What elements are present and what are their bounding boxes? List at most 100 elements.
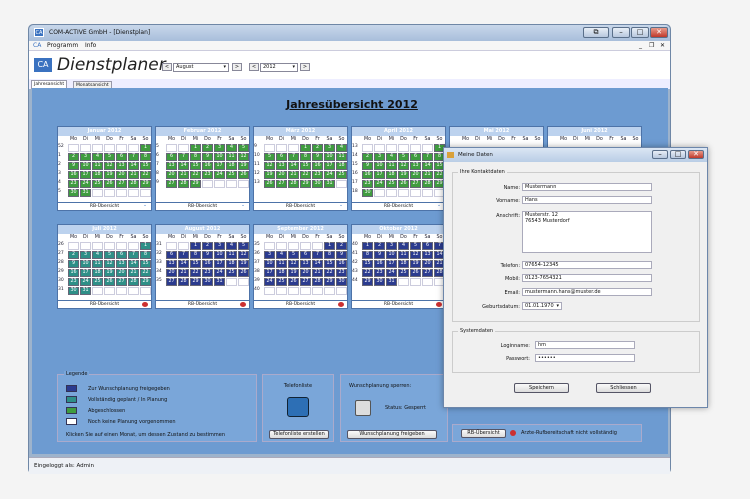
day-cell[interactable]: 10 — [386, 251, 397, 259]
day-cell[interactable]: 25 — [226, 269, 237, 277]
day-cell[interactable]: 2 — [312, 144, 323, 152]
day-cell[interactable]: 17 — [324, 162, 335, 170]
day-cell[interactable]: 23 — [374, 269, 385, 277]
day-cell[interactable]: 14 — [288, 162, 299, 170]
day-cell[interactable]: 9 — [68, 260, 79, 268]
day-cell[interactable]: 31 — [80, 287, 91, 295]
day-cell[interactable]: 17 — [80, 269, 91, 277]
day-cell[interactable]: 15 — [300, 162, 311, 170]
day-cell[interactable]: 15 — [190, 260, 201, 268]
day-cell[interactable]: 25 — [92, 180, 103, 188]
day-cell[interactable] — [288, 287, 299, 295]
day-cell[interactable]: 18 — [226, 162, 237, 170]
day-cell[interactable] — [104, 287, 115, 295]
day-cell[interactable]: 13 — [166, 162, 177, 170]
day-cell[interactable]: 20 — [276, 171, 287, 179]
day-cell[interactable]: 9 — [336, 251, 347, 259]
day-cell[interactable] — [386, 189, 397, 197]
day-cell[interactable]: 10 — [374, 162, 385, 170]
day-cell[interactable] — [92, 242, 103, 250]
day-cell[interactable]: 18 — [92, 171, 103, 179]
day-cell[interactable]: 5 — [398, 153, 409, 161]
day-cell[interactable]: 6 — [166, 251, 177, 259]
day-cell[interactable]: 11 — [92, 260, 103, 268]
day-cell[interactable] — [324, 287, 335, 295]
day-cell[interactable]: 2 — [68, 251, 79, 259]
day-cell[interactable]: 15 — [190, 162, 201, 170]
day-cell[interactable]: 23 — [202, 269, 213, 277]
day-cell[interactable]: 4 — [226, 144, 237, 152]
month-calendar[interactable]: März 2012 Mo Di Mi Do Fr Sa So 9 10 11 12 13 1 2 3 4 5 6 7 8… — [253, 126, 348, 211]
day-cell[interactable]: 23 — [202, 171, 213, 179]
day-cell[interactable] — [104, 144, 115, 152]
day-cell[interactable] — [80, 242, 91, 250]
mobil-field[interactable]: 0123-7654321 — [522, 274, 652, 282]
day-cell[interactable]: 1 — [190, 144, 201, 152]
close-button[interactable]: ✕ — [650, 27, 668, 38]
day-cell[interactable]: 25 — [398, 269, 409, 277]
day-cell[interactable]: 26 — [104, 180, 115, 188]
day-cell[interactable]: 9 — [362, 162, 373, 170]
day-cell[interactable]: 3 — [80, 153, 91, 161]
day-cell[interactable]: 27 — [116, 278, 127, 286]
day-cell[interactable]: 24 — [214, 269, 225, 277]
day-cell[interactable]: 19 — [104, 269, 115, 277]
day-cell[interactable]: 4 — [92, 251, 103, 259]
day-cell[interactable]: 9 — [312, 153, 323, 161]
day-cell[interactable]: 17 — [214, 162, 225, 170]
day-cell[interactable]: 12 — [264, 162, 275, 170]
day-cell[interactable] — [214, 180, 225, 188]
day-cell[interactable]: 25 — [226, 171, 237, 179]
day-cell[interactable]: 7 — [288, 153, 299, 161]
day-cell[interactable]: 29 — [300, 180, 311, 188]
day-cell[interactable] — [422, 189, 433, 197]
day-cell[interactable]: 28 — [288, 180, 299, 188]
day-cell[interactable]: 3 — [386, 242, 397, 250]
day-cell[interactable]: 10 — [80, 260, 91, 268]
day-cell[interactable] — [264, 242, 275, 250]
day-cell[interactable]: 1 — [140, 144, 151, 152]
day-cell[interactable] — [410, 144, 421, 152]
day-cell[interactable]: 18 — [398, 260, 409, 268]
rb-overview-footer[interactable]: RB-Übersicht ⌄ — [156, 202, 249, 210]
day-cell[interactable]: 16 — [68, 171, 79, 179]
day-cell[interactable]: 6 — [166, 153, 177, 161]
day-cell[interactable]: 23 — [362, 180, 373, 188]
day-cell[interactable]: 4 — [92, 153, 103, 161]
mdi-restore-icon[interactable]: ❐ — [649, 42, 654, 49]
day-cell[interactable] — [92, 189, 103, 197]
day-cell[interactable]: 22 — [140, 269, 151, 277]
day-cell[interactable]: 9 — [374, 251, 385, 259]
menu-info[interactable]: Info — [85, 42, 96, 49]
day-cell[interactable]: 31 — [214, 278, 225, 286]
day-cell[interactable]: 4 — [336, 144, 347, 152]
day-cell[interactable] — [300, 242, 311, 250]
rb-overview-footer[interactable]: RB-Übersicht ⌄ — [58, 202, 151, 210]
day-cell[interactable]: 17 — [264, 269, 275, 277]
day-cell[interactable]: 4 — [226, 242, 237, 250]
day-cell[interactable]: 12 — [104, 260, 115, 268]
day-cell[interactable]: 14 — [178, 260, 189, 268]
day-cell[interactable]: 13 — [116, 260, 127, 268]
day-cell[interactable] — [178, 242, 189, 250]
day-cell[interactable]: 2 — [202, 242, 213, 250]
day-cell[interactable]: 16 — [312, 162, 323, 170]
day-cell[interactable]: 17 — [214, 260, 225, 268]
day-cell[interactable] — [128, 189, 139, 197]
day-cell[interactable]: 8 — [362, 251, 373, 259]
day-cell[interactable]: 16 — [68, 269, 79, 277]
day-cell[interactable]: 25 — [386, 180, 397, 188]
day-cell[interactable] — [336, 180, 347, 188]
day-cell[interactable]: 26 — [238, 269, 249, 277]
day-cell[interactable]: 19 — [264, 171, 275, 179]
day-cell[interactable] — [104, 242, 115, 250]
day-cell[interactable] — [178, 144, 189, 152]
day-cell[interactable]: 2 — [374, 242, 385, 250]
day-cell[interactable]: 27 — [300, 278, 311, 286]
day-cell[interactable]: 16 — [374, 260, 385, 268]
day-cell[interactable]: 21 — [312, 269, 323, 277]
day-cell[interactable]: 2 — [68, 153, 79, 161]
day-cell[interactable]: 30 — [68, 189, 79, 197]
day-cell[interactable]: 18 — [386, 171, 397, 179]
day-cell[interactable]: 27 — [116, 180, 127, 188]
